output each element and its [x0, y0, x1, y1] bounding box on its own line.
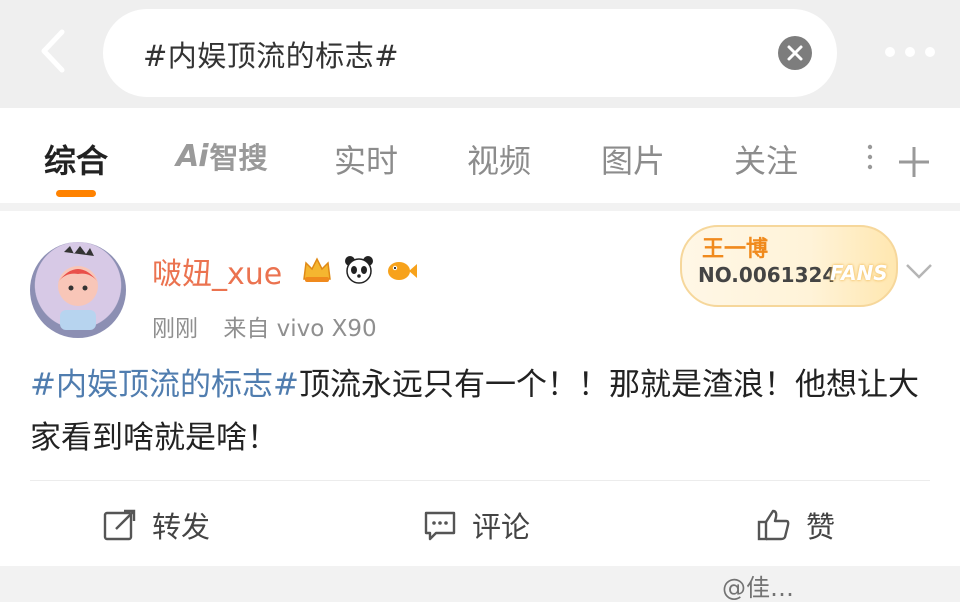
- post-hashtag[interactable]: #内娱顶流的标志#: [30, 367, 299, 403]
- bottom-strip: [0, 566, 960, 602]
- search-input[interactable]: #内娱顶流的标志#: [143, 33, 399, 75]
- post-content: #内娱顶流的标志#顶流永远只有一个！！那就是渣浪！他想让大家看到啥就是啥！: [30, 359, 930, 465]
- top-bar: #内娱顶流的标志#: [0, 0, 960, 108]
- fish-badge-icon[interactable]: [384, 253, 418, 287]
- comment-icon: [424, 511, 456, 541]
- tab-pictures[interactable]: 图片: [601, 136, 665, 182]
- repost-button[interactable]: 转发: [102, 505, 210, 545]
- back-arrow-icon[interactable]: [34, 26, 74, 76]
- post-time: 刚刚: [152, 316, 198, 342]
- tab-bar: 综合 Ai 智搜 实时 视频 图片 关注: [0, 108, 960, 203]
- tab-ai-search-label: 智搜: [209, 141, 268, 175]
- chevron-down-icon[interactable]: [904, 261, 934, 281]
- tab-ai-search[interactable]: Ai 智搜: [176, 134, 268, 178]
- watermark: @佳…: [722, 574, 794, 602]
- fan-badge-name: 王一博: [702, 237, 769, 262]
- like-label: 赞: [806, 510, 836, 544]
- comment-button[interactable]: 评论: [422, 505, 530, 545]
- username[interactable]: 啵妞_xue: [152, 249, 282, 293]
- tab-realtime[interactable]: 实时: [334, 136, 398, 182]
- divider: [30, 480, 930, 481]
- post-meta: 刚刚 来自 vivo X90: [152, 309, 377, 343]
- active-tab-indicator: [56, 190, 96, 197]
- fan-badge-number: NO.0061324: [698, 263, 837, 287]
- tab-following[interactable]: 关注: [734, 136, 798, 182]
- repost-icon: [103, 509, 136, 541]
- crown-badge-icon[interactable]: [300, 253, 334, 287]
- thumbs-up-icon: [757, 509, 790, 541]
- tab-comprehensive[interactable]: 综合: [44, 136, 108, 182]
- more-options-icon[interactable]: [880, 38, 940, 66]
- ai-logo: Ai: [176, 138, 209, 174]
- post-card: 啵妞_xue 刚刚 来自 vivo X90 王一博 NO.0061324 FAN…: [0, 211, 960, 566]
- fan-badge-tag: FANS: [830, 261, 888, 285]
- clear-search-icon[interactable]: [778, 36, 812, 70]
- tab-video[interactable]: 视频: [467, 136, 531, 182]
- user-badges: [300, 253, 418, 287]
- post-source: 来自 vivo X90: [223, 316, 377, 342]
- repost-label: 转发: [152, 510, 211, 544]
- add-tab-icon[interactable]: [896, 144, 932, 180]
- like-button[interactable]: 赞: [756, 505, 835, 545]
- comment-label: 评论: [472, 510, 531, 544]
- avatar[interactable]: [30, 242, 126, 338]
- search-bar[interactable]: #内娱顶流的标志#: [103, 9, 837, 97]
- panda-badge-icon[interactable]: [342, 253, 376, 287]
- fan-badge[interactable]: 王一博 NO.0061324 FANS: [680, 225, 898, 307]
- tab-overflow-icon[interactable]: [866, 142, 874, 172]
